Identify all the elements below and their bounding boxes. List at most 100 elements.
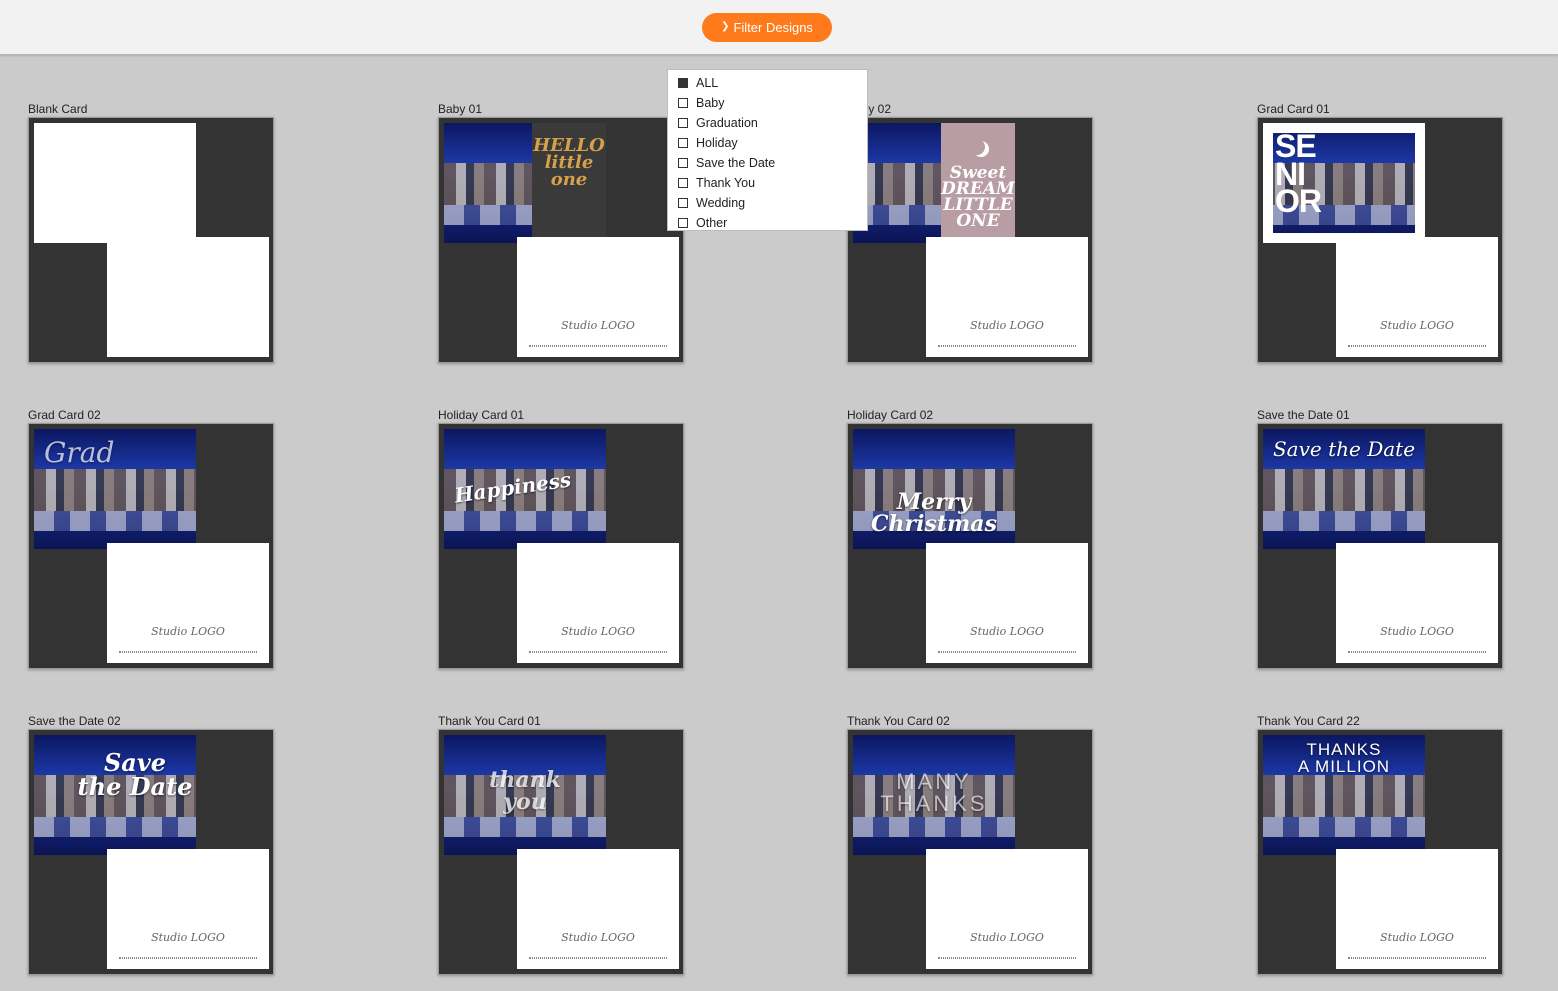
card-photo (34, 469, 196, 511)
card-title: Baby 01 (438, 102, 483, 116)
card-back: Studio LOGO (926, 849, 1088, 969)
card-tile-grad-card-01[interactable]: SE NI OR Studio LOGO (1257, 117, 1503, 363)
checkbox-icon[interactable] (678, 218, 688, 228)
filter-option-label: Other (696, 216, 728, 230)
card-title: Holiday Card 01 (438, 408, 525, 422)
filter-option-graduation[interactable]: Graduation (668, 113, 867, 133)
card-back: Studio LOGO (1336, 849, 1498, 969)
studio-logo: Studio LOGO (970, 625, 1044, 638)
card-title: Thank You Card 02 (847, 714, 950, 728)
card-title: Save the Date 01 (1257, 408, 1350, 422)
studio-logo: Studio LOGO (151, 625, 225, 638)
card-address-line (938, 345, 1076, 347)
card-title: Grad Card 02 (28, 408, 101, 422)
checkbox-icon[interactable] (678, 98, 688, 108)
filter-option-save-the-date[interactable]: Save the Date (668, 153, 867, 173)
card-back: Studio LOGO (926, 543, 1088, 663)
filter-option-label: Graduation (696, 116, 758, 130)
card-address-line (119, 651, 257, 653)
card-back: Studio LOGO (517, 237, 679, 357)
card-front: Happiness (444, 429, 606, 549)
checkbox-icon[interactable] (678, 138, 688, 148)
studio-logo: Studio LOGO (561, 931, 635, 944)
studio-logo: Studio LOGO (561, 625, 635, 638)
card-tile-holiday-card-02[interactable]: Merry Christmas Studio LOGO (847, 423, 1093, 669)
card-photo (1263, 469, 1425, 511)
card-title: Blank Card (28, 102, 88, 116)
filter-dropdown: ALL Baby Graduation Holiday Save the Dat… (667, 69, 868, 231)
card-address-line (938, 651, 1076, 653)
card-front: Merry Christmas (853, 429, 1015, 549)
card-front (34, 123, 196, 243)
card-tile-thank-you-card-02[interactable]: MANY THANKS Studio LOGO (847, 729, 1093, 975)
card-title: Thank You Card 22 (1257, 714, 1360, 728)
card-title: Holiday Card 02 (847, 408, 934, 422)
card-art-text: Save the Date (1272, 437, 1416, 461)
card-back: Studio LOGO (107, 543, 269, 663)
filter-option-thank-you[interactable]: Thank You (668, 173, 867, 193)
card-tile-thank-you-card-01[interactable]: thank you Studio LOGO (438, 729, 684, 975)
top-toolbar: ❯ Filter Designs (0, 0, 1558, 55)
card-tile-baby-02[interactable]: Sweet DREAMS LITTLE ONE Studio LOGO (847, 117, 1093, 363)
card-front: thank you (444, 735, 606, 855)
card-art-text: thank you (489, 767, 561, 815)
card-back: Studio LOGO (107, 849, 269, 969)
card-overlay: HELLO little one (532, 123, 606, 243)
card-address-line (529, 345, 667, 347)
checkbox-icon[interactable] (678, 198, 688, 208)
card-art-text: Sweet DREAMS LITTLE ONE (941, 163, 1015, 232)
card-title: Save the Date 02 (28, 714, 121, 728)
card-address-line (529, 957, 667, 959)
studio-logo: Studio LOGO (970, 931, 1044, 944)
card-art-text: HELLO little one (533, 135, 605, 191)
studio-logo: Studio LOGO (151, 931, 225, 944)
studio-logo: Studio LOGO (970, 319, 1044, 332)
card-tile-blank-card[interactable] (28, 117, 274, 363)
card-back (107, 237, 269, 357)
card-photo-reflection (444, 511, 606, 531)
card-address-line (529, 651, 667, 653)
card-tile-holiday-card-01[interactable]: Happiness Studio LOGO (438, 423, 684, 669)
checkbox-icon[interactable] (678, 178, 688, 188)
card-tile-thank-you-card-22[interactable]: THANKS A MILLION Studio LOGO (1257, 729, 1503, 975)
card-front: THANKS A MILLION (1263, 735, 1425, 855)
studio-logo: Studio LOGO (1380, 931, 1454, 944)
filter-option-other[interactable]: Other (668, 213, 867, 233)
card-tile-baby-01[interactable]: HELLO little one Studio LOGO (438, 117, 684, 363)
card-art-text: Grad (44, 436, 115, 469)
card-art-text: THANKS A MILLION (1297, 740, 1391, 776)
card-photo-reflection (1263, 817, 1425, 837)
card-front: HELLO little one (444, 123, 606, 243)
filter-designs-button[interactable]: ❯ Filter Designs (702, 13, 832, 42)
filter-option-wedding[interactable]: Wedding (668, 193, 867, 213)
checkbox-icon[interactable] (678, 118, 688, 128)
card-front: Save the Date (1263, 429, 1425, 549)
filter-option-all[interactable]: ALL (668, 73, 867, 93)
card-title: Grad Card 01 (1257, 102, 1330, 116)
card-photo-reflection (1263, 511, 1425, 531)
card-tile-save-the-date-02[interactable]: Save the Date Studio LOGO (28, 729, 274, 975)
checkbox-icon[interactable] (678, 158, 688, 168)
filter-option-label: Thank You (696, 176, 756, 190)
card-tile-grad-card-02[interactable]: Grad Studio LOGO (28, 423, 274, 669)
card-back: Studio LOGO (517, 849, 679, 969)
card-front: Save the Date (34, 735, 196, 855)
filter-option-label: ALL (696, 76, 719, 90)
studio-logo: Studio LOGO (1380, 319, 1454, 332)
checkbox-icon[interactable] (678, 78, 688, 88)
card-front: MANY THANKS (853, 735, 1015, 855)
filter-option-baby[interactable]: Baby (668, 93, 867, 113)
chevron-down-icon: ❯ (721, 21, 730, 32)
card-address-line (119, 957, 257, 959)
card-address-line (1348, 651, 1486, 653)
filter-option-holiday[interactable]: Holiday (668, 133, 867, 153)
card-tile-save-the-date-01[interactable]: Save the Date Studio LOGO (1257, 423, 1503, 669)
card-address-line (1348, 957, 1486, 959)
studio-logo: Studio LOGO (561, 319, 635, 332)
card-back: Studio LOGO (926, 237, 1088, 357)
card-front: Sweet DREAMS LITTLE ONE (853, 123, 1015, 243)
card-overlay: Sweet DREAMS LITTLE ONE (941, 123, 1015, 243)
card-art-text: MANY THANKS (880, 769, 988, 816)
card-photo-reflection (34, 817, 196, 837)
card-back: Studio LOGO (1336, 237, 1498, 357)
